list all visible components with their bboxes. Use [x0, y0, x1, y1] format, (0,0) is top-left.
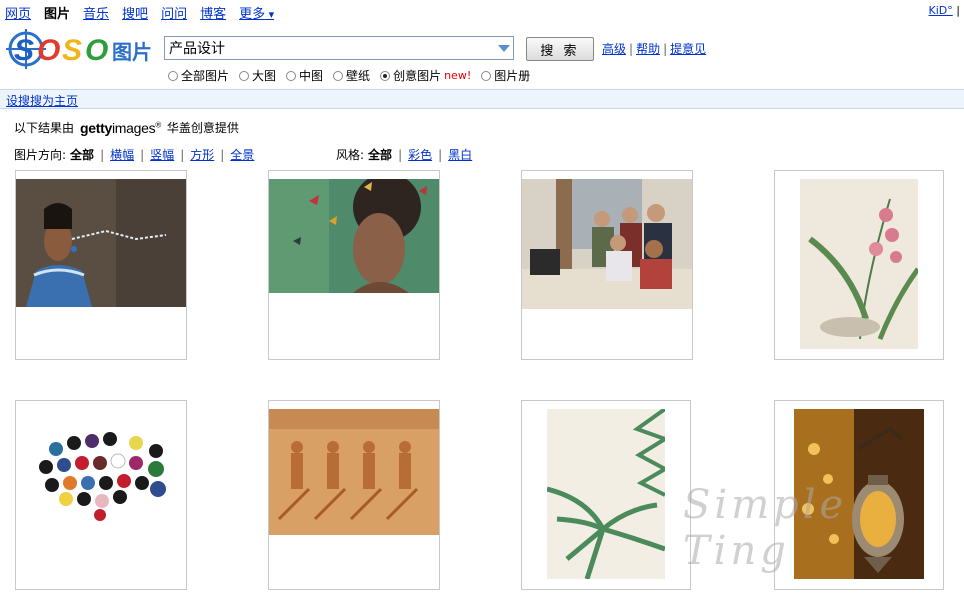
user-name-link[interactable]: KiD° — [929, 4, 953, 17]
radio-label: 图片册 — [494, 69, 531, 83]
feedback-link[interactable]: 提意见 — [670, 42, 706, 56]
homepage-bar: 设搜搜为主页 — [0, 89, 964, 109]
search-input[interactable] — [165, 37, 493, 59]
orientation-current: 全部 — [70, 148, 95, 162]
orientation-square[interactable]: 方形 — [190, 146, 214, 163]
provider-prefix: 以下结果由 — [14, 121, 75, 135]
image-card[interactable] — [521, 400, 691, 590]
orientation-portrait[interactable]: 竖幅 — [150, 146, 174, 163]
image-card[interactable] — [521, 170, 693, 360]
style-label: 风格: — [336, 148, 365, 162]
user-separator: | — [956, 4, 960, 17]
radio-circle-selected-icon — [380, 70, 391, 81]
svg-text:图片: 图片 — [112, 40, 152, 64]
filter-separator: | — [398, 147, 403, 162]
new-badge: new! — [444, 69, 472, 82]
style-filter: 风格: 全部 | 彩色 | 黑白 — [336, 146, 472, 163]
link-separator: | — [663, 42, 668, 56]
photo-woman-water — [16, 179, 186, 307]
image-card[interactable] — [268, 400, 440, 590]
image-thumbnail[interactable] — [16, 409, 186, 529]
radio-wallpaper[interactable]: 壁纸 — [333, 67, 370, 84]
filter-separator: | — [180, 147, 185, 162]
radio-circle-icon — [481, 70, 492, 81]
nav-images[interactable]: 图片 — [44, 3, 70, 22]
orientation-panorama[interactable]: 全景 — [230, 146, 254, 163]
image-thumbnail[interactable] — [269, 179, 439, 293]
radio-all-images[interactable]: 全部图片 — [168, 67, 229, 84]
image-thumbnail[interactable] — [16, 179, 186, 307]
image-card[interactable] — [15, 400, 187, 590]
orientation-landscape[interactable]: 横幅 — [110, 146, 134, 163]
link-separator: | — [629, 42, 634, 56]
radio-medium[interactable]: 中图 — [286, 67, 323, 84]
style-current: 全部 — [368, 148, 393, 162]
nav-wenwen[interactable]: 问问 — [161, 3, 187, 22]
top-nav: 网页 图片 音乐 搜吧 问问 博客 更多 — [5, 3, 274, 22]
radio-label: 壁纸 — [346, 69, 371, 83]
photo-woman-butterflies — [269, 179, 439, 293]
orientation-label: 图片方向: — [14, 148, 67, 162]
filter-separator: | — [438, 147, 443, 162]
set-homepage-link[interactable]: 设搜搜为主页 — [6, 92, 78, 109]
image-thumbnail[interactable] — [547, 409, 665, 579]
image-card[interactable] — [268, 170, 440, 360]
image-thumbnail[interactable] — [269, 409, 439, 535]
search-links: 高级 | 帮助 | 提意见 — [602, 40, 706, 57]
illustration-lily — [800, 179, 918, 349]
soso-logo-graphic: S O S O 图片 — [6, 29, 152, 69]
nav-music[interactable]: 音乐 — [83, 3, 109, 22]
size-options: 全部图片 大图 中图 壁纸 创意图片 new! 图片册 — [168, 67, 530, 84]
watermark-text: Simple Ting — [683, 482, 848, 574]
filter-separator: | — [220, 147, 225, 162]
getty-logo: gettyimages® — [80, 120, 161, 136]
filter-separator: | — [140, 147, 145, 162]
nav-more[interactable]: 更多 — [239, 3, 274, 22]
style-color[interactable]: 彩色 — [408, 146, 432, 163]
svg-text:O: O — [37, 34, 60, 67]
svg-text:O: O — [85, 34, 108, 67]
search-button[interactable]: 搜 索 — [526, 37, 594, 61]
svg-text:S: S — [62, 34, 82, 67]
radio-label: 大图 — [252, 69, 277, 83]
getty-logo-rest: images — [111, 119, 156, 136]
image-card[interactable] — [774, 170, 944, 360]
photo-office-team — [522, 179, 692, 309]
photo-colorful-buttons — [16, 409, 186, 529]
nav-blog[interactable]: 博客 — [200, 3, 226, 22]
getty-logo-reg: ® — [155, 119, 161, 129]
radio-circle-icon — [168, 70, 178, 81]
getty-logo-bold: getty — [80, 119, 112, 136]
help-link[interactable]: 帮助 — [636, 42, 660, 56]
radio-albums[interactable]: 图片册 — [481, 67, 530, 84]
svg-text:S: S — [14, 34, 34, 67]
filter-separator: | — [100, 147, 105, 162]
orientation-filter: 图片方向: 全部 | 横幅 | 竖幅 | 方形 | 全景 — [14, 146, 254, 163]
soso-logo[interactable]: S O S O 图片 — [6, 28, 160, 70]
image-card[interactable] — [15, 170, 187, 360]
radio-label: 全部图片 — [181, 69, 230, 83]
radio-creative[interactable]: 创意图片 new! — [380, 67, 471, 84]
image-thumbnail[interactable] — [800, 179, 918, 349]
provider-suffix: 华盖创意提供 — [166, 121, 239, 135]
dropdown-arrow-icon[interactable] — [498, 45, 510, 52]
style-bw[interactable]: 黑白 — [448, 146, 472, 163]
radio-circle-icon — [286, 70, 297, 81]
user-area: KiD° | — [929, 4, 960, 17]
image-thumbnail[interactable] — [522, 179, 692, 309]
radio-circle-icon — [333, 70, 344, 81]
nav-soba[interactable]: 搜吧 — [122, 3, 148, 22]
radio-label: 中图 — [299, 69, 324, 83]
photo-egyptian-relief — [269, 409, 439, 535]
radio-label: 创意图片 — [393, 69, 442, 83]
search-box — [164, 36, 514, 60]
provider-line: 以下结果由 gettyimages® 华盖创意提供 — [14, 119, 239, 136]
illustration-palm-leaves — [547, 409, 665, 579]
radio-circle-icon — [239, 70, 250, 81]
radio-large[interactable]: 大图 — [239, 67, 276, 84]
advanced-link[interactable]: 高级 — [602, 42, 626, 56]
nav-web[interactable]: 网页 — [5, 3, 31, 22]
